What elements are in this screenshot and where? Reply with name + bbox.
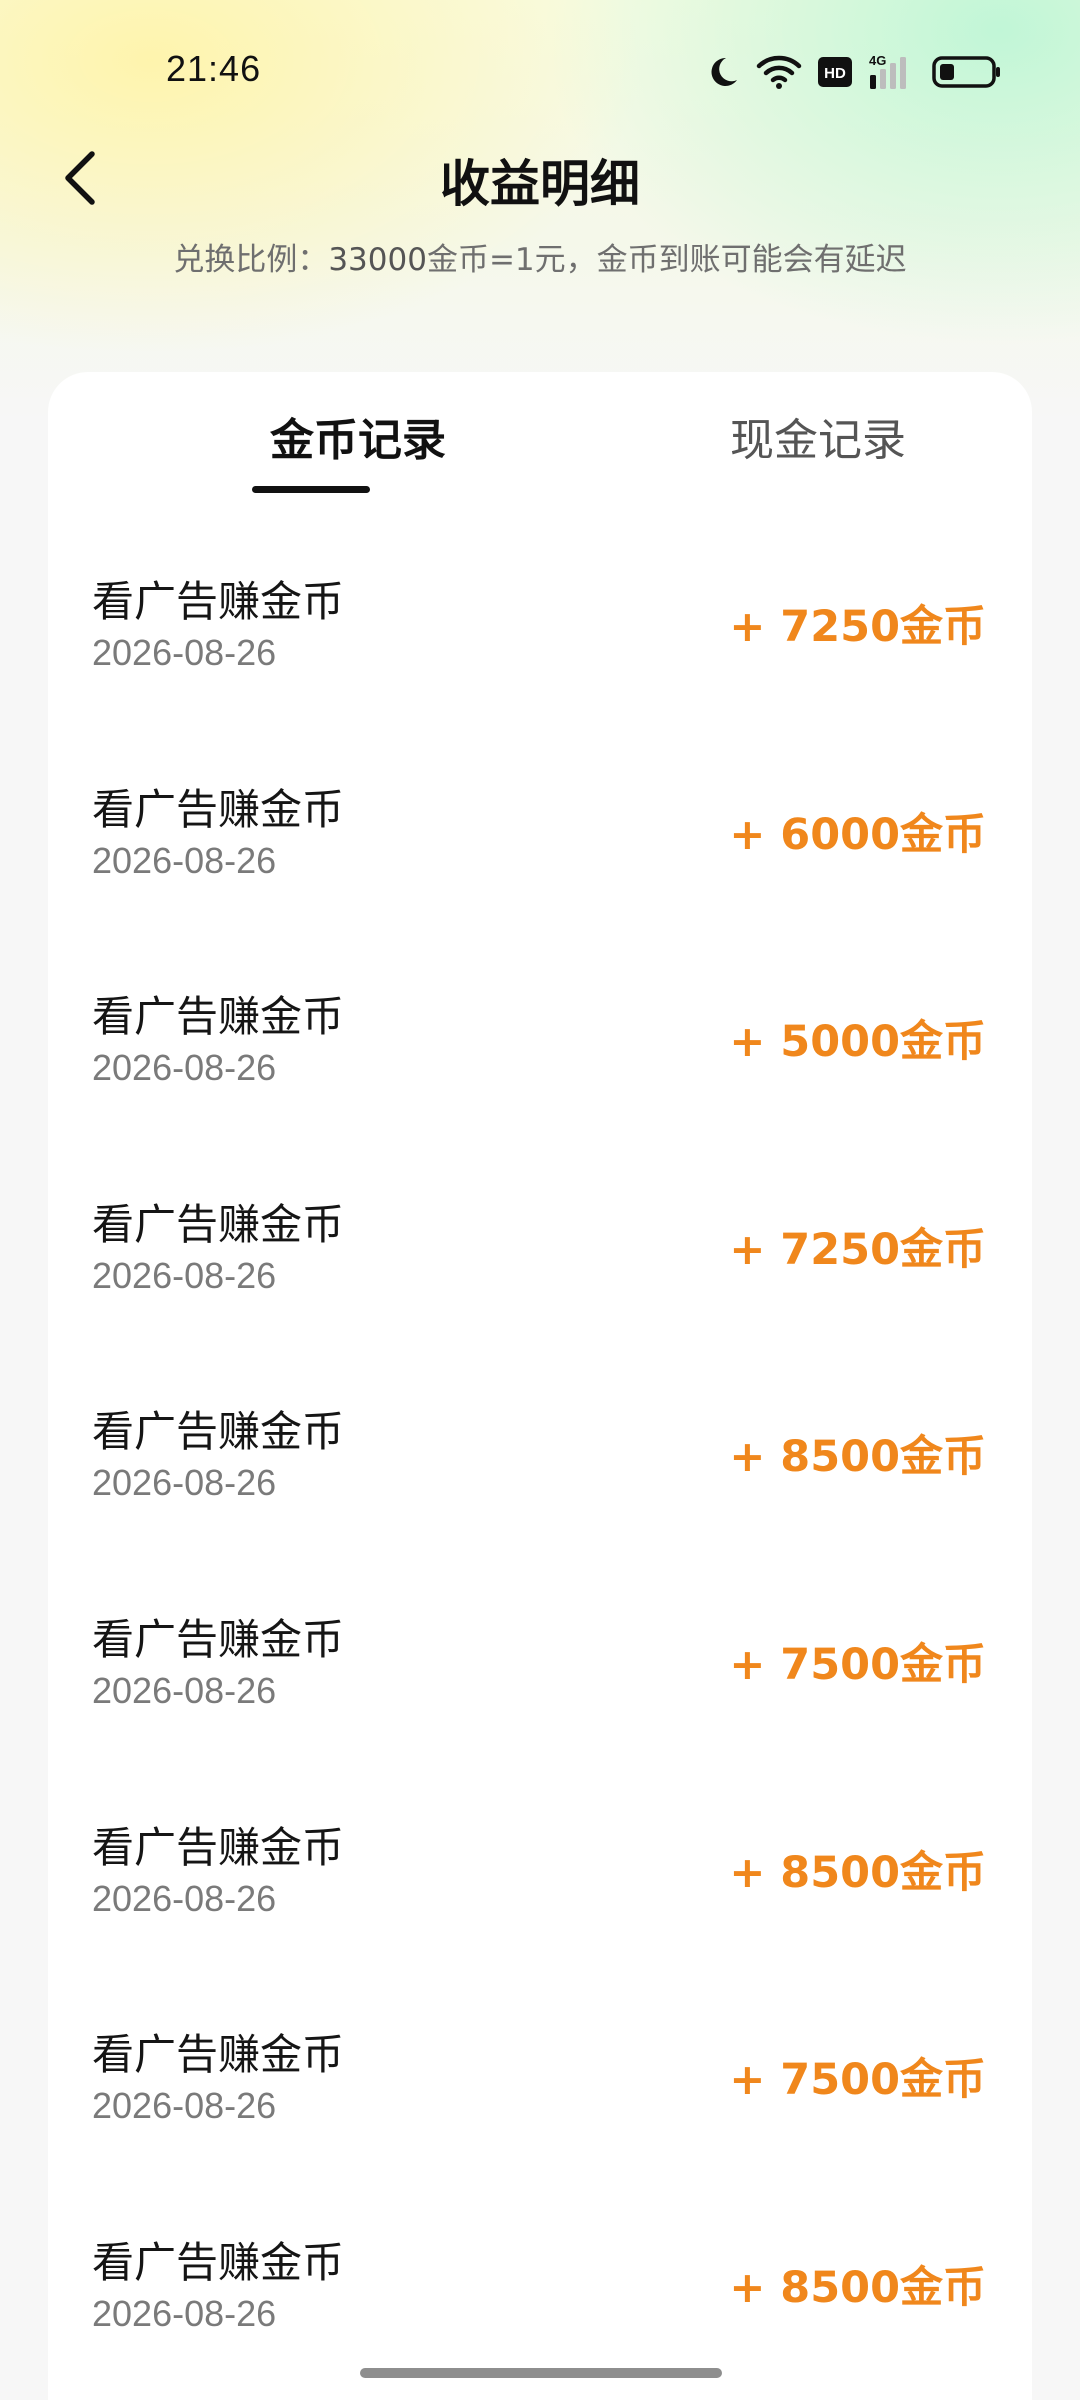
home-indicator[interactable] <box>360 2368 722 2378</box>
record-date: 2026-08-26 <box>92 632 277 673</box>
list-item[interactable]: 看广告赚金币 2026-08-26 + 5000金币 <box>48 957 1032 1165</box>
record-amount: + 7500金币 <box>729 2055 986 2106</box>
list-item[interactable]: 看广告赚金币 2026-08-26 + 7500金币 <box>48 1580 1032 1788</box>
record-amount: + 8500金币 <box>729 2262 986 2313</box>
record-title: 看广告赚金币 <box>92 784 345 834</box>
network-label: 4G <box>869 53 886 68</box>
signal-4g-icon: 4G <box>868 53 916 91</box>
record-title: 看广告赚金币 <box>92 1614 345 1664</box>
exchange-rate-note: 兑换比例：33000金币=1元，金币到账可能会有延迟 <box>0 234 1080 279</box>
hd-label: HD <box>824 65 846 82</box>
exchange-rate-prefix: 兑换比例： <box>173 242 329 278</box>
record-amount: + 8500金币 <box>729 1432 986 1483</box>
list-item[interactable]: 看广告赚金币 2026-08-26 + 7250金币 <box>48 542 1032 750</box>
exchange-rate-suffix: 金币=1元，金币到账可能会有延迟 <box>426 242 907 278</box>
record-title: 看广告赚金币 <box>92 2237 345 2287</box>
record-date: 2026-08-26 <box>92 1254 277 1296</box>
record-title: 看广告赚金币 <box>92 1822 345 1872</box>
tab-coin-records[interactable]: 金币记录 <box>218 404 498 468</box>
record-date: 2026-08-26 <box>92 839 277 881</box>
record-amount: + 5000金币 <box>729 1017 986 1068</box>
exchange-rate-number: 33000 <box>328 242 427 278</box>
record-title: 看广告赚金币 <box>92 577 345 626</box>
status-bar: 21:46 HD 4G <box>0 0 1080 140</box>
page-title: 收益明细 <box>440 155 640 213</box>
earnings-detail-page: 21:46 HD 4G 收益明细 兑换比例：33000金币=1元，金币到账可能会… <box>0 0 1080 2400</box>
record-date: 2026-08-26 <box>92 2292 277 2334</box>
record-date: 2026-08-26 <box>92 1877 277 1919</box>
record-title: 看广告赚金币 <box>92 1199 345 1249</box>
record-date: 2026-08-26 <box>92 1669 277 1711</box>
wifi-icon <box>756 54 802 90</box>
record-amount: + 6000金币 <box>729 809 986 860</box>
record-date: 2026-08-26 <box>92 2085 277 2127</box>
moon-icon <box>706 55 740 89</box>
record-tabs: 金币记录 现金记录 <box>48 372 1032 502</box>
tab-cash-records[interactable]: 现金记录 <box>678 404 958 468</box>
active-tab-indicator <box>252 486 370 493</box>
record-date: 2026-08-26 <box>92 1462 277 1504</box>
hd-icon: HD <box>818 57 852 87</box>
record-title: 看广告赚金币 <box>92 2030 345 2080</box>
status-icons: HD 4G <box>706 50 1002 94</box>
list-item[interactable]: 看广告赚金币 2026-08-26 + 8500金币 <box>48 1372 1032 1580</box>
list-item[interactable]: 看广告赚金币 2026-08-26 + 6000金币 <box>48 750 1032 958</box>
record-amount: + 7250金币 <box>729 602 986 652</box>
status-time: 21:46 <box>166 48 262 89</box>
records-card: 金币记录 现金记录 看广告赚金币 2026-08-26 + 7250金币 看广告… <box>48 372 1032 2400</box>
record-amount: + 7500金币 <box>729 1639 986 1690</box>
record-amount: + 8500金币 <box>729 1847 986 1898</box>
list-item[interactable]: 看广告赚金币 2026-08-26 + 7250金币 <box>48 1165 1032 1373</box>
battery-icon <box>932 55 1002 89</box>
record-title: 看广告赚金币 <box>92 1407 345 1457</box>
record-title: 看广告赚金币 <box>92 992 345 1042</box>
record-list: 看广告赚金币 2026-08-26 + 7250金币 看广告赚金币 2026-0… <box>48 542 1032 2400</box>
record-date: 2026-08-26 <box>92 1047 277 1089</box>
list-item[interactable]: 看广告赚金币 2026-08-26 + 8500金币 <box>48 1788 1032 1996</box>
record-amount: + 7250金币 <box>729 1224 986 1275</box>
list-item[interactable]: 看广告赚金币 2026-08-26 + 7500金币 <box>48 1995 1032 2203</box>
